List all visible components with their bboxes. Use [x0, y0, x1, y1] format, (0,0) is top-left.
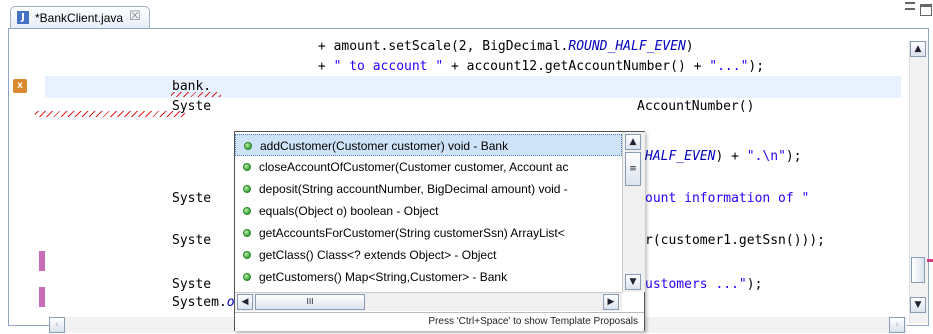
minimize-icon[interactable]	[905, 2, 915, 10]
popup-footer-hint: Press 'Ctrl+Space' to show Template Prop…	[235, 312, 644, 331]
public-method-icon	[243, 251, 251, 259]
scroll-left-icon[interactable]: ◀	[237, 294, 253, 310]
scroll-down-icon[interactable]: ▼	[910, 297, 926, 313]
error-squiggle	[35, 111, 185, 117]
scroll-up-icon[interactable]: ▲	[625, 134, 641, 150]
scrollbar-thumb[interactable]	[911, 257, 925, 283]
code-token: ustomers ..."	[645, 277, 747, 292]
code-line: ount information of "	[645, 189, 809, 209]
template-proposals-hint: Press 'Ctrl+Space' to show Template Prop…	[428, 316, 638, 327]
scroll-right-icon[interactable]: ›	[889, 317, 905, 333]
code-token: );	[746, 277, 763, 292]
code-token: Syste	[172, 277, 212, 292]
maximize-icon[interactable]	[920, 4, 932, 16]
code-line: ustomers ...");	[645, 275, 762, 295]
code-line: AccountNumber()	[637, 97, 754, 117]
code-line: r(customer1.getSsn()));	[645, 231, 825, 251]
code-line: + " to account " + account12.getAccountN…	[224, 57, 764, 77]
code-token: ) +	[715, 149, 747, 164]
scroll-left-icon[interactable]: ‹	[49, 317, 65, 333]
proposal-item[interactable]: closeAccountOfCustomer(Customer customer…	[235, 156, 622, 178]
code-token: ount information of "	[645, 191, 810, 206]
content-assist-popup[interactable]: addCustomer(Customer customer) void - Ba…	[234, 131, 645, 331]
proposal-label: closeAccountOfCustomer(Customer customer…	[259, 160, 569, 174]
code-line: Syste	[172, 189, 211, 209]
scrollbar-thumb[interactable]: III	[255, 294, 365, 310]
proposal-label: equals(Object o) boolean - Object	[259, 204, 439, 218]
public-method-icon	[243, 185, 251, 193]
proposal-item[interactable]: getClass() Class<? extends Object> - Obj…	[235, 244, 622, 266]
vertical-ruler	[9, 29, 21, 325]
error-marker-icon[interactable]: x	[13, 79, 27, 93]
overview-ruler-mark[interactable]	[927, 259, 933, 262]
proposal-item[interactable]: getAccountsForCustomer(String customerSs…	[235, 222, 622, 244]
proposal-item[interactable]: getCustomers() Map<String,Customer> - Ba…	[235, 266, 622, 288]
code-token: r(customer1.getSsn()));	[645, 233, 826, 248]
tab-title: *BankClient.java	[35, 11, 124, 25]
public-method-icon	[243, 163, 251, 171]
public-method-icon	[243, 207, 251, 215]
code-line: + amount.setScale(2, BigDecimal.ROUND_HA…	[224, 37, 694, 57]
proposal-item[interactable]: addCustomer(Customer customer) void - Ba…	[235, 134, 622, 156]
code-editor[interactable]: x + amount.setScale(2, BigDecimal.ROUND_…	[8, 28, 933, 333]
code-token: );	[748, 59, 765, 74]
code-token: ROUND_HALF_EVEN	[568, 39, 686, 54]
proposal-horizontal-scrollbar[interactable]: ◀ III ▶	[235, 292, 622, 311]
editor-tab-bar: J *BankClient.java ☒	[0, 0, 933, 28]
public-method-icon	[243, 273, 251, 281]
close-tab-icon[interactable]: ☒	[129, 9, 141, 24]
proposal-item[interactable]: equals(Object o) boolean - Object	[235, 200, 622, 222]
code-line: Syste	[172, 231, 211, 251]
scrollbar-thumb[interactable]: ≡	[625, 152, 641, 186]
public-method-icon	[243, 229, 251, 237]
proposal-label: getCustomers() Map<String,Customer> - Ba…	[259, 270, 508, 284]
tab-bankclient[interactable]: J *BankClient.java ☒	[10, 6, 150, 28]
code-token: "..."	[709, 59, 749, 74]
code-token: +	[224, 59, 334, 74]
code-token: + account12.getAccountNumber() +	[443, 59, 710, 74]
code-token: Syste	[172, 99, 212, 114]
code-token: Syste	[172, 191, 212, 206]
code-token: + amount.setScale(2, BigDecimal.	[224, 39, 569, 54]
code-line-current: bank.	[172, 77, 211, 97]
code-token: " to account "	[333, 59, 444, 74]
code-line: Syste	[172, 97, 211, 117]
proposal-label: getClass() Class<? extends Object> - Obj…	[259, 248, 497, 262]
gutter-change-marker	[39, 287, 45, 307]
scroll-up-icon[interactable]: ▲	[910, 41, 926, 57]
proposal-label: addCustomer(Customer customer) void - Ba…	[260, 139, 509, 153]
gutter-change-marker	[39, 251, 45, 271]
code-token: ".\n"	[746, 149, 786, 164]
code-token: AccountNumber()	[637, 99, 755, 114]
proposal-list[interactable]: addCustomer(Customer customer) void - Ba…	[235, 132, 622, 292]
code-token: Syste	[172, 233, 212, 248]
proposal-label: getAccountsForCustomer(String customerSs…	[259, 226, 565, 240]
public-method-icon	[244, 142, 252, 150]
java-file-icon: J	[17, 11, 29, 24]
scroll-right-icon[interactable]: ▶	[603, 294, 619, 310]
code-token: System.	[172, 295, 227, 310]
code-line: Syste	[172, 275, 211, 295]
proposal-label: deposit(String accountNumber, BigDecimal…	[259, 182, 568, 196]
scroll-down-icon[interactable]: ▼	[625, 274, 641, 290]
proposal-item[interactable]: deposit(String accountNumber, BigDecimal…	[235, 178, 622, 200]
proposal-vertical-scrollbar[interactable]: ▲ ≡ ▼	[622, 132, 645, 292]
code-line: HALF_EVEN) + ".\n");	[645, 147, 802, 167]
code-token: )	[685, 39, 694, 54]
code-token: );	[785, 149, 802, 164]
code-token: HALF_EVEN	[645, 149, 716, 164]
code-token: bank.	[172, 79, 212, 94]
